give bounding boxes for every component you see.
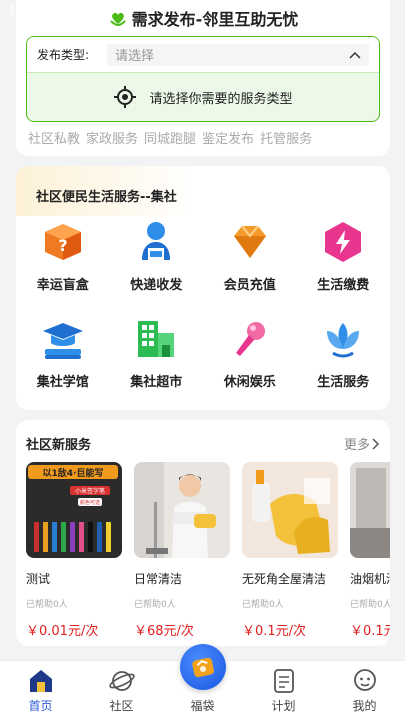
tag-item[interactable]: 社区私教 <box>28 128 80 147</box>
service-label: 生活服务 <box>317 375 370 390</box>
new-services-title: 社区新服务 <box>26 438 92 453</box>
nav-label: 首页 <box>28 699 53 713</box>
product-image: 以1敌4·巨能写 小米签字笔 颜色可选 <box>26 462 122 558</box>
product-banner-sub: 小米签字笔 <box>75 487 105 495</box>
tag-item[interactable]: 家政服务 <box>86 128 138 147</box>
type-placeholder: 请选择 <box>115 49 155 64</box>
publish-form: 发布类型: 请选择 请选择你需要的服务类型 <box>26 36 380 122</box>
service-supermarket[interactable]: 集社超市 <box>110 315 204 390</box>
heart-hands-icon <box>109 12 126 27</box>
planet-icon <box>108 671 135 691</box>
products-list: 以1敌4·巨能写 小米签字笔 颜色可选 测试 已帮助0人 ￥0.01元/次 日常… <box>26 462 390 639</box>
nav-label: 我的 <box>352 699 377 713</box>
product-helped: 已帮助0人 <box>26 600 68 610</box>
document-icon <box>273 669 294 693</box>
product-card[interactable]: 油烟机清洗 已帮助0人 ￥0.1元/次 <box>350 462 390 639</box>
product-name: 日常清洁 <box>134 572 183 586</box>
service-label: 集社超市 <box>130 375 183 390</box>
service-lucky-box[interactable]: ? 幸运盲盒 <box>16 218 110 293</box>
nav-label: 福袋 <box>190 699 215 713</box>
choose-service-type-text: 请选择你需要的服务类型 <box>149 91 293 107</box>
services-grid: ? 幸运盲盒 快递收发 会员充值 生活缴费 集社学馆 集社超市 休闲娱乐 生活服… <box>16 218 390 390</box>
service-label: 幸运盲盒 <box>36 278 89 293</box>
product-name: 油烟机清洗 <box>350 572 390 586</box>
type-row: 发布类型: 请选择 <box>27 37 379 73</box>
chevron-right-icon <box>372 437 380 450</box>
product-helped: 已帮助0人 <box>350 600 390 610</box>
publish-card: 需求发布-邻里互助无忧 发布类型: 请选择 请选择你需要的服务类型 社区私教 家… <box>16 0 390 156</box>
nav-profile[interactable]: 我的 <box>324 661 405 720</box>
graduation-cap-icon <box>42 323 83 359</box>
product-price: ￥0.1元/次 <box>242 624 307 639</box>
supermarket-icon <box>138 321 175 357</box>
product-image <box>242 462 338 558</box>
svg-text:?: ? <box>58 236 67 255</box>
lotus-icon <box>327 323 360 358</box>
choose-service-type-button[interactable]: 请选择你需要的服务类型 <box>27 73 379 121</box>
tags-row: 社区私教 家政服务 同城跑腿 鉴定发布 托管服务 <box>28 128 312 147</box>
service-membership[interactable]: 会员充值 <box>203 218 297 293</box>
courier-icon <box>142 222 171 260</box>
lucky-bag-icon <box>192 657 214 678</box>
bill-payment-icon <box>325 222 362 262</box>
nav-label: 社区 <box>109 699 134 713</box>
chevron-up-icon <box>349 51 361 59</box>
tag-item[interactable]: 同城跑腿 <box>144 128 196 147</box>
service-label: 会员充值 <box>223 278 276 293</box>
nav-label: 计划 <box>271 699 296 713</box>
profile-icon <box>353 669 376 691</box>
service-courier[interactable]: 快递收发 <box>110 218 204 293</box>
tag-item[interactable]: 鉴定发布 <box>202 128 254 147</box>
product-card[interactable]: 日常清洁 已帮助0人 ￥68元/次 <box>134 462 230 639</box>
product-banner-tag: 颜色可选 <box>80 499 100 506</box>
product-card[interactable]: 无死角全屋清洁 已帮助0人 ￥0.1元/次 <box>242 462 338 639</box>
lucky-bag-button[interactable] <box>180 644 226 690</box>
more-link[interactable]: 更多 <box>344 434 380 453</box>
service-entertainment[interactable]: 休闲娱乐 <box>203 315 297 390</box>
product-name: 无死角全屋清洁 <box>242 572 327 586</box>
product-price: ￥68元/次 <box>134 624 194 639</box>
service-label: 快递收发 <box>130 278 183 293</box>
service-label: 集社学馆 <box>36 375 89 390</box>
new-services-card: 社区新服务 更多 以1敌4·巨能写 小米签字笔 颜色可选 测试 已帮助0人 ￥0… <box>16 420 390 646</box>
type-label: 发布类型: <box>37 48 90 62</box>
service-label: 休闲娱乐 <box>223 375 276 390</box>
new-services-header: 社区新服务 更多 <box>26 434 380 453</box>
diamond-icon <box>233 225 266 258</box>
tag-item[interactable]: 托管服务 <box>260 128 312 147</box>
publish-header: 需求发布-邻里互助无忧 <box>16 6 390 30</box>
mystery-box-icon: ? <box>44 224 81 260</box>
services-card: 社区便民生活服务--集社 ? 幸运盲盒 快递收发 会员充值 生活缴费 集社学馆 … <box>16 166 390 410</box>
product-image <box>134 462 230 558</box>
more-label: 更多 <box>343 438 370 453</box>
service-bill-payment[interactable]: 生活缴费 <box>297 218 391 293</box>
product-price: ￥0.1元/次 <box>350 624 390 639</box>
product-helped: 已帮助0人 <box>134 600 176 610</box>
microphone-icon <box>235 322 265 356</box>
service-life[interactable]: 生活服务 <box>297 315 391 390</box>
service-label: 生活缴费 <box>317 278 370 293</box>
nav-community[interactable]: 社区 <box>81 661 162 720</box>
home-icon <box>29 670 52 692</box>
type-select[interactable]: 请选择 <box>107 43 369 66</box>
service-academy[interactable]: 集社学馆 <box>16 315 110 390</box>
nav-home[interactable]: 首页 <box>0 661 81 720</box>
product-name: 测试 <box>26 572 51 586</box>
services-title: 社区便民生活服务--集社 <box>36 190 177 205</box>
nav-plan[interactable]: 计划 <box>243 661 324 720</box>
product-helped: 已帮助0人 <box>242 600 284 610</box>
product-banner: 以1敌4·巨能写 <box>43 467 104 479</box>
product-card[interactable]: 以1敌4·巨能写 小米签字笔 颜色可选 测试 已帮助0人 ￥0.01元/次 <box>26 462 122 639</box>
publish-title: 需求发布-邻里互助无忧 <box>131 10 299 29</box>
product-price: ￥0.01元/次 <box>26 624 99 639</box>
target-icon <box>114 86 137 108</box>
product-image <box>350 462 390 558</box>
